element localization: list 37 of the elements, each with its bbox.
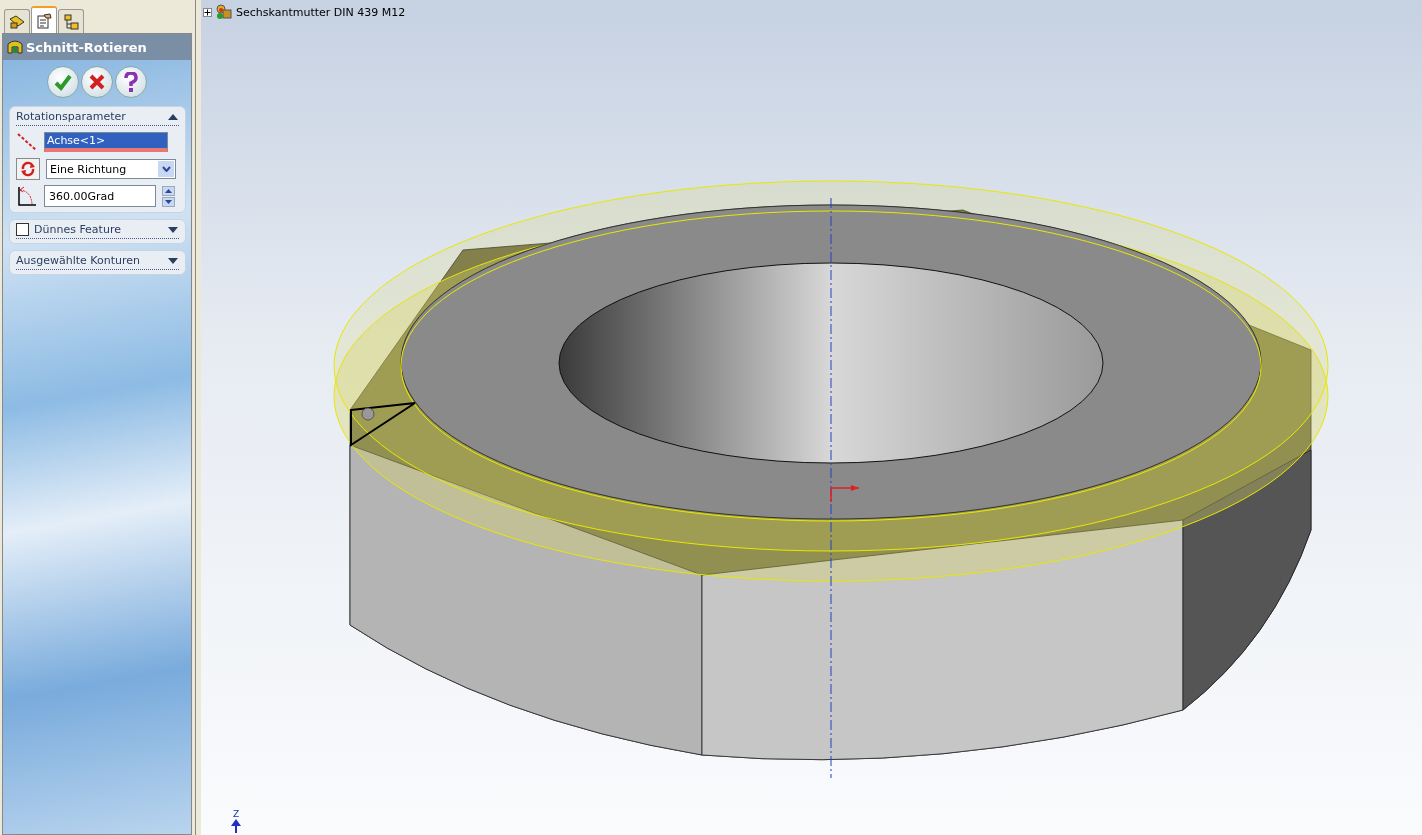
checkbox[interactable] xyxy=(16,223,29,236)
collapse-arrow-icon[interactable] xyxy=(167,112,179,121)
panel-tab[interactable] xyxy=(58,9,84,33)
hierarchy-icon xyxy=(62,13,80,30)
expand-arrow-icon[interactable] xyxy=(167,256,179,265)
clipboard-icon xyxy=(35,12,53,29)
checkmark-icon xyxy=(53,72,73,92)
axis-icon xyxy=(16,131,38,153)
panel-title: Schnitt-Rotieren xyxy=(26,39,147,55)
ok-button[interactable] xyxy=(47,66,79,98)
section-title: Dünnes Feature xyxy=(34,223,122,236)
angle-spinner[interactable] xyxy=(162,185,175,207)
expand-icon[interactable] xyxy=(203,7,212,17)
direction-dropdown[interactable]: Eine Richtung xyxy=(46,159,176,179)
angle-input[interactable]: 360.00Grad xyxy=(44,185,156,207)
model-name[interactable]: Sechskantmutter DIN 439 M12 xyxy=(236,5,406,19)
section-title: Rotationsparameter xyxy=(16,110,127,123)
angle-icon xyxy=(16,185,38,207)
assembly-icon xyxy=(216,4,232,20)
section-title: Ausgewählte Konturen xyxy=(16,254,141,267)
cancel-button[interactable] xyxy=(81,66,113,98)
reverse-direction-button[interactable] xyxy=(16,158,40,180)
rotate-arrows-icon xyxy=(20,161,36,177)
close-icon xyxy=(88,73,106,91)
origin-icon xyxy=(830,485,860,503)
axis-label: Z xyxy=(232,809,240,819)
parts-icon xyxy=(8,13,26,30)
expand-arrow-icon[interactable] xyxy=(167,225,179,234)
panel-tab[interactable] xyxy=(4,9,30,33)
axis-selection-field[interactable]: Achse<1> xyxy=(44,132,168,152)
panel-tab[interactable] xyxy=(31,6,57,33)
sketch-triangle xyxy=(350,402,416,447)
chevron-down-icon xyxy=(161,166,171,172)
arrow-up-icon xyxy=(231,819,241,833)
question-mark-icon xyxy=(123,72,139,92)
help-button[interactable] xyxy=(115,66,147,98)
feature-icon xyxy=(7,40,23,54)
